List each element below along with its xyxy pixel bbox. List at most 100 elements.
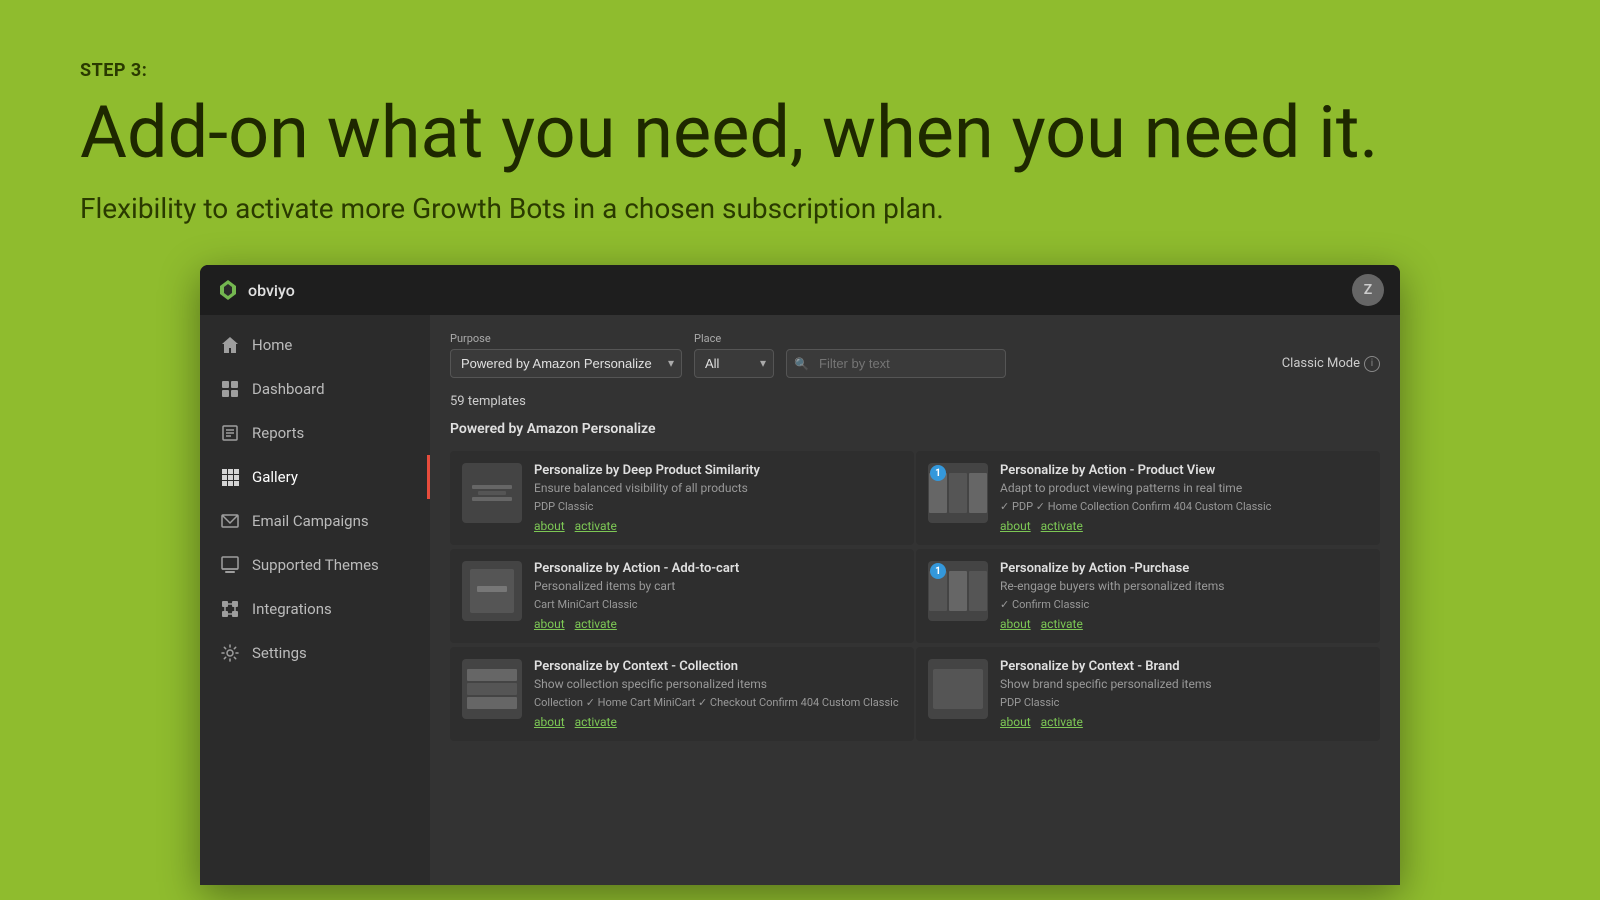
card-links: about activate	[534, 519, 902, 533]
card-thumbnail	[462, 561, 522, 621]
card-link-about[interactable]: about	[1000, 617, 1031, 631]
logo-icon	[216, 278, 240, 302]
subheadline: Flexibility to activate more Growth Bots…	[80, 192, 1520, 225]
card-info: Personalize by Context - Brand Show bran…	[1000, 659, 1368, 729]
card-thumb-inner	[462, 463, 522, 523]
logo-text: obviyo	[248, 281, 295, 300]
card-info: Personalize by Action -Purchase Re-engag…	[1000, 561, 1368, 631]
place-select[interactable]: All	[694, 349, 774, 378]
card-link-activate[interactable]: activate	[575, 519, 617, 533]
sidebar-item-gallery[interactable]: Gallery	[200, 455, 430, 499]
page-container: STEP 3: Add-on what you need, when you n…	[0, 0, 1600, 885]
card-tags: PDP Classic	[1000, 696, 1368, 709]
card-description: Show collection specific personalized it…	[534, 677, 902, 691]
filter-row: Purpose Powered by Amazon Personalize Pl…	[450, 331, 1380, 378]
reports-icon	[220, 423, 240, 443]
purpose-label: Purpose	[450, 332, 682, 345]
section-title: Powered by Amazon Personalize	[450, 421, 1380, 437]
card-title: Personalize by Action - Product View	[1000, 463, 1368, 478]
card-info: Personalize by Action - Product View Ada…	[1000, 463, 1368, 533]
card-info: Personalize by Deep Product Similarity E…	[534, 463, 902, 533]
card-thumbnail: 1	[928, 463, 988, 523]
sidebar-item-settings[interactable]: Settings	[200, 631, 430, 675]
card-thumbnail	[928, 659, 988, 719]
card-info: Personalize by Context - Collection Show…	[534, 659, 902, 729]
purpose-select[interactable]: Powered by Amazon Personalize	[450, 349, 682, 378]
card-links: about activate	[1000, 715, 1368, 729]
classic-mode-label: Classic Mode	[1282, 356, 1360, 371]
themes-icon	[220, 555, 240, 575]
info-icon[interactable]: i	[1364, 356, 1380, 372]
sidebar-item-label: Supported Themes	[252, 556, 379, 574]
templates-count: 59 templates	[450, 394, 1380, 409]
classic-mode: Classic Mode i	[1282, 356, 1380, 372]
card-link-activate[interactable]: activate	[1041, 715, 1083, 729]
sidebar-item-label: Dashboard	[252, 380, 325, 398]
dashboard-icon	[220, 379, 240, 399]
sidebar-item-label: Gallery	[252, 468, 298, 486]
card-thumb-inner	[462, 659, 522, 719]
sidebar-item-label: Reports	[252, 424, 304, 442]
card-link-about[interactable]: about	[1000, 519, 1031, 533]
sidebar: Home Dashboard	[200, 315, 430, 885]
sidebar-item-label: Email Campaigns	[252, 512, 369, 530]
card-links: about activate	[1000, 617, 1368, 631]
sidebar-item-reports[interactable]: Reports	[200, 411, 430, 455]
sidebar-item-label: Home	[252, 336, 292, 354]
card-title: Personalize by Context - Collection	[534, 659, 902, 674]
card-links: about activate	[1000, 519, 1368, 533]
template-card[interactable]: 1 Personalize by Action -Purchase Re-eng…	[916, 549, 1380, 643]
logo-area: obviyo	[216, 278, 295, 302]
card-link-about[interactable]: about	[534, 715, 565, 729]
place-select-wrapper: All	[694, 349, 774, 378]
card-thumbnail: 1	[928, 561, 988, 621]
card-link-about[interactable]: about	[534, 519, 565, 533]
sidebar-item-dashboard[interactable]: Dashboard	[200, 367, 430, 411]
purpose-filter-group: Purpose Powered by Amazon Personalize	[450, 332, 682, 378]
card-link-about[interactable]: about	[1000, 715, 1031, 729]
card-description: Re-engage buyers with personalized items	[1000, 579, 1368, 593]
template-card[interactable]: Personalize by Context - Brand Show bran…	[916, 647, 1380, 741]
card-link-about[interactable]: about	[534, 617, 565, 631]
user-avatar[interactable]: Z	[1352, 274, 1384, 306]
card-thumbnail	[462, 659, 522, 719]
sidebar-item-label: Settings	[252, 644, 307, 662]
card-tags: ✓ Confirm Classic	[1000, 598, 1368, 611]
card-thumb-inner	[928, 659, 988, 719]
email-icon	[220, 511, 240, 531]
purpose-select-wrapper: Powered by Amazon Personalize	[450, 349, 682, 378]
card-tags: PDP Classic	[534, 500, 902, 513]
card-thumbnail	[462, 463, 522, 523]
integrations-icon	[220, 599, 240, 619]
card-link-activate[interactable]: activate	[575, 715, 617, 729]
card-description: Show brand specific personalized items	[1000, 677, 1368, 691]
sidebar-item-supported-themes[interactable]: Supported Themes	[200, 543, 430, 587]
card-description: Ensure balanced visibility of all produc…	[534, 481, 902, 495]
place-label: Place	[694, 332, 774, 345]
card-links: about activate	[534, 617, 902, 631]
card-title: Personalize by Action -Purchase	[1000, 561, 1368, 576]
sidebar-item-integrations[interactable]: Integrations	[200, 587, 430, 631]
card-title: Personalize by Context - Brand	[1000, 659, 1368, 674]
template-card[interactable]: 1 Personalize by Action - Product View A…	[916, 451, 1380, 545]
card-title: Personalize by Deep Product Similarity	[534, 463, 902, 478]
sidebar-item-home[interactable]: Home	[200, 323, 430, 367]
card-tags: Cart MiniCart Classic	[534, 598, 902, 611]
card-link-activate[interactable]: activate	[1041, 617, 1083, 631]
card-info: Personalize by Action - Add-to-cart Pers…	[534, 561, 902, 631]
card-link-activate[interactable]: activate	[1041, 519, 1083, 533]
card-links: about activate	[534, 715, 902, 729]
card-tags: Collection ✓ Home Cart MiniCart ✓ Checko…	[534, 696, 902, 709]
card-title: Personalize by Action - Add-to-cart	[534, 561, 902, 576]
template-card[interactable]: Personalize by Deep Product Similarity E…	[450, 451, 914, 545]
template-cards-grid: Personalize by Deep Product Similarity E…	[450, 451, 1380, 743]
search-wrapper	[786, 349, 1006, 378]
settings-icon	[220, 643, 240, 663]
main-layout: Home Dashboard	[200, 315, 1400, 885]
search-input[interactable]	[786, 349, 1006, 378]
template-card[interactable]: Personalize by Context - Collection Show…	[450, 647, 914, 741]
card-link-activate[interactable]: activate	[575, 617, 617, 631]
sidebar-item-email-campaigns[interactable]: Email Campaigns	[200, 499, 430, 543]
card-description: Personalized items by cart	[534, 579, 902, 593]
template-card[interactable]: Personalize by Action - Add-to-cart Pers…	[450, 549, 914, 643]
